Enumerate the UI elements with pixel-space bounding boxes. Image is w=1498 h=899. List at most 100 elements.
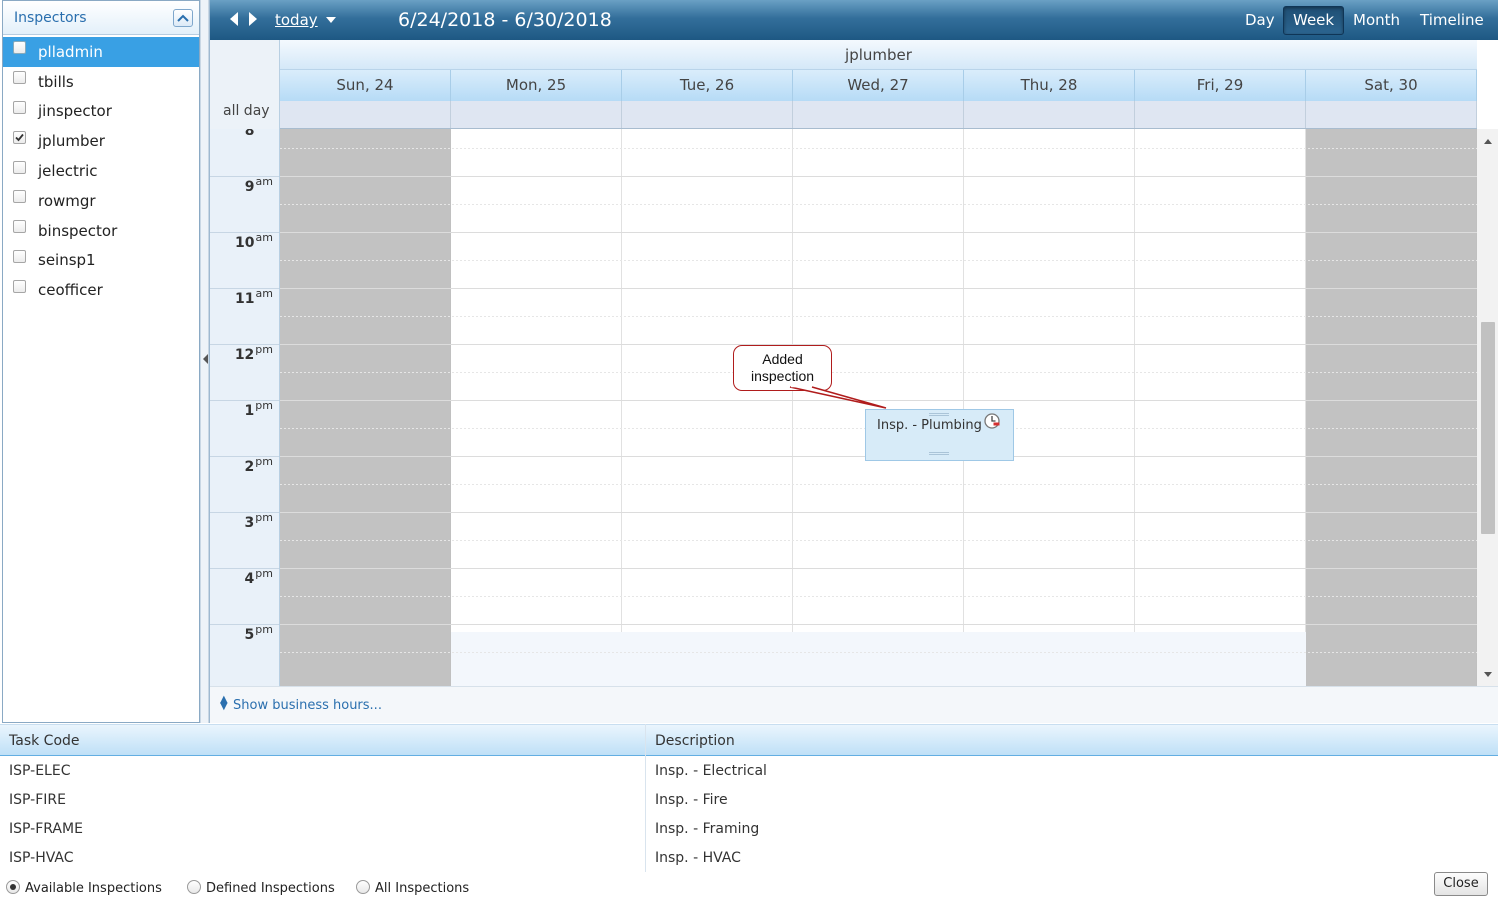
hour-label: 9am — [244, 175, 273, 195]
inspector-item[interactable]: jelectric — [3, 156, 199, 186]
view-month-button[interactable]: Month — [1343, 6, 1410, 35]
expand-icon[interactable]: ▲ ▼ — [220, 695, 228, 712]
inspector-checkbox[interactable] — [13, 71, 26, 85]
day-column-thu[interactable] — [964, 129, 1135, 686]
half-hour-gridline — [280, 652, 1477, 653]
task-code-cell: ISP-HVAC — [9, 850, 74, 866]
all-day-cell[interactable] — [622, 101, 793, 128]
table-row[interactable]: ISP-FRAME Insp. - Framing — [0, 816, 1498, 845]
scroll-down-arrow-icon[interactable] — [1484, 672, 1492, 677]
day-column-mon[interactable] — [451, 129, 622, 686]
inspector-checkbox[interactable] — [13, 249, 26, 263]
table-row[interactable]: ISP-FIRE Insp. - Fire — [0, 787, 1498, 816]
resize-handle-top[interactable] — [929, 413, 949, 416]
column-header-task-code[interactable]: Task Code — [9, 733, 80, 749]
today-link[interactable]: today — [275, 11, 318, 29]
radio-button[interactable] — [187, 879, 201, 894]
task-code-cell: ISP-FRAME — [9, 821, 83, 837]
inspector-checkbox[interactable] — [13, 160, 26, 174]
collapse-panel-button[interactable] — [173, 9, 193, 27]
day-column-tue[interactable] — [622, 129, 793, 686]
inspector-item[interactable]: rowmgr — [3, 186, 199, 216]
scroll-up-arrow-icon[interactable] — [1484, 139, 1492, 144]
collapse-left-arrow-icon[interactable] — [203, 354, 208, 364]
inspector-item[interactable]: binspector — [3, 216, 199, 246]
inspector-item[interactable]: ceofficer — [3, 275, 199, 305]
inspector-label: rowmgr — [38, 191, 96, 210]
hour-label: 8am — [244, 129, 273, 139]
filter-all-radio[interactable]: All Inspections — [356, 877, 469, 896]
hour-gridline — [280, 344, 1477, 345]
task-code-cell: ISP-FIRE — [9, 792, 66, 808]
all-day-cell[interactable] — [793, 101, 964, 128]
day-header: Tue, 26 — [622, 70, 793, 101]
inspector-checkbox[interactable] — [13, 279, 26, 293]
table-row[interactable]: ISP-HVAC Insp. - HVAC — [0, 845, 1498, 874]
inspector-checkbox[interactable] — [13, 190, 26, 204]
radio-button[interactable] — [356, 879, 370, 894]
filter-defined-radio[interactable]: Defined Inspections — [187, 877, 335, 896]
after-hours-region — [451, 632, 1306, 686]
filter-available-radio[interactable]: Available Inspections — [6, 877, 162, 896]
radio-label: Defined Inspections — [206, 881, 335, 896]
hour-gridline — [280, 624, 1477, 625]
vertical-scrollbar[interactable] — [1477, 129, 1498, 686]
all-day-cell[interactable] — [280, 101, 451, 128]
day-column-sat[interactable] — [1306, 129, 1477, 686]
hour-divider — [210, 344, 279, 345]
hour-label: 10am — [235, 231, 273, 251]
inspector-checkbox[interactable] — [13, 41, 26, 55]
hour-divider — [210, 232, 279, 233]
close-button[interactable]: Close — [1434, 872, 1488, 896]
half-hour-gridline — [280, 484, 1477, 485]
day-column-fri[interactable] — [1135, 129, 1306, 686]
all-day-cell[interactable] — [1306, 101, 1477, 128]
hour-divider — [210, 568, 279, 569]
inspector-checkbox[interactable] — [13, 130, 26, 144]
resize-handle-bottom[interactable] — [929, 452, 949, 455]
day-column-sun[interactable] — [280, 129, 451, 686]
all-day-cell[interactable] — [1135, 101, 1306, 128]
inspector-item[interactable]: plladmin — [3, 37, 199, 67]
date-range-title: 6/24/2018 - 6/30/2018 — [398, 9, 612, 31]
appointment-insp-plumbing[interactable]: Insp. - Plumbing — [865, 409, 1014, 461]
view-day-button[interactable]: Day — [1235, 6, 1285, 35]
column-header-description[interactable]: Description — [655, 733, 735, 749]
all-day-cell[interactable] — [451, 101, 622, 128]
inspector-item[interactable]: tbills — [3, 67, 199, 97]
hour-divider — [210, 288, 279, 289]
half-hour-gridline — [280, 540, 1477, 541]
next-week-arrow-icon[interactable] — [249, 12, 257, 26]
description-cell: Insp. - HVAC — [655, 850, 741, 866]
hour-gridline — [280, 232, 1477, 233]
inspector-item[interactable]: jplumber — [3, 126, 199, 156]
hour-label: 11am — [235, 287, 273, 307]
day-header: Mon, 25 — [451, 70, 622, 101]
radio-button[interactable] — [6, 879, 20, 894]
scheduler-footer: ▲ ▼ Show business hours... — [210, 686, 1498, 723]
half-hour-gridline — [280, 316, 1477, 317]
previous-week-arrow-icon[interactable] — [230, 12, 238, 26]
show-business-hours-link[interactable]: Show business hours... — [233, 698, 382, 713]
inspector-label: tbills — [38, 72, 74, 91]
inspector-checkbox[interactable] — [13, 100, 26, 114]
hour-label: 12pm — [234, 343, 273, 363]
inspector-list: plladmin tbills jinspector jplumber jele… — [3, 37, 199, 305]
inspector-item[interactable]: seinsp1 — [3, 246, 199, 276]
scroll-thumb[interactable] — [1481, 322, 1495, 534]
inspector-item[interactable]: jinspector — [3, 97, 199, 127]
hour-divider — [210, 176, 279, 177]
view-timeline-button[interactable]: Timeline — [1410, 6, 1494, 35]
view-week-button[interactable]: Week — [1283, 6, 1345, 35]
week-time-grid[interactable]: Added inspection Insp. - Plumbing — [280, 129, 1477, 686]
calendar-dropdown-icon[interactable] — [326, 17, 336, 23]
table-row[interactable]: ISP-ELEC Insp. - Electrical — [0, 758, 1498, 787]
half-hour-gridline — [280, 596, 1477, 597]
hour-divider — [210, 512, 279, 513]
panel-splitter[interactable] — [200, 0, 209, 723]
inspector-checkbox[interactable] — [13, 220, 26, 234]
scheduler-toolbar: today 6/24/2018 - 6/30/2018 Day Week Mon… — [210, 0, 1498, 40]
task-code-table: Task Code Description ISP-ELEC Insp. - E… — [0, 724, 1498, 872]
hour-divider — [210, 456, 279, 457]
all-day-cell[interactable] — [964, 101, 1135, 128]
